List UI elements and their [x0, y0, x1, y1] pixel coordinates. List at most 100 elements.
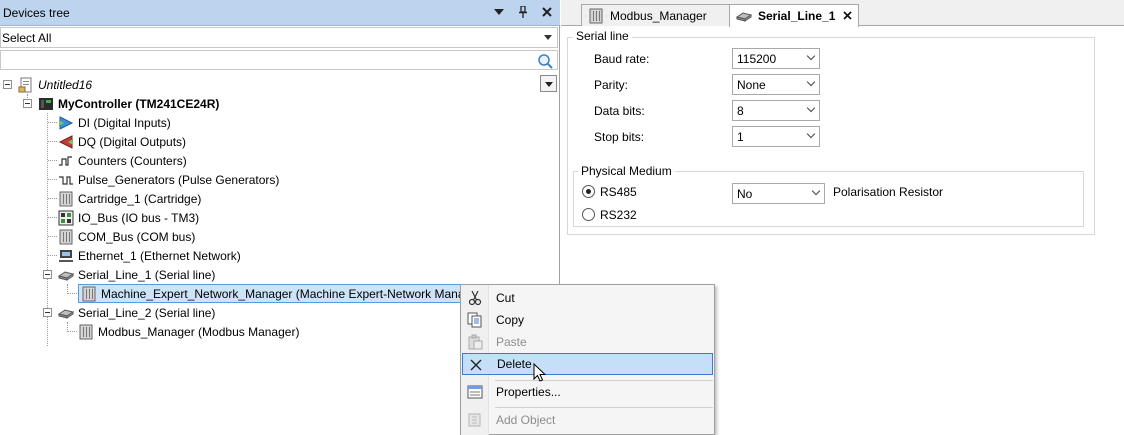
tree-node-serial-line-2[interactable]: Serial_Line_2 (Serial line)	[58, 303, 215, 322]
tree-node-com-bus[interactable]: COM_Bus (COM bus)	[58, 227, 195, 246]
polarisation-label: Polarisation Resistor	[833, 185, 944, 199]
tree-node-project[interactable]: Untitled16	[18, 75, 92, 94]
tab-modbus-manager[interactable]: Modbus_Manager	[581, 4, 733, 26]
tree-node-counters[interactable]: Counters (Counters)	[58, 151, 187, 170]
chevron-down-icon	[806, 103, 816, 113]
panel-menu-icon[interactable]	[492, 5, 506, 19]
tree-search-input[interactable]	[0, 50, 558, 70]
tree-node-digital-outputs[interactable]: DQ (Digital Outputs)	[58, 132, 186, 151]
chevron-down-icon	[806, 51, 816, 61]
menu-item-add-object[interactable]: Add Object	[462, 409, 713, 431]
node-label: IO_Bus (IO bus - TM3)	[78, 210, 200, 225]
tree-expander[interactable]	[43, 270, 52, 279]
node-label: DI (Digital Inputs)	[78, 115, 171, 130]
node-label: MyController (TM241CE24R)	[58, 96, 220, 111]
tree-node-pulse-generators[interactable]: Pulse_Generators (Pulse Generators)	[58, 170, 279, 189]
physical-medium-group-title: Physical Medium	[578, 164, 675, 178]
data-bits-label: Data bits:	[594, 104, 645, 118]
menu-item-label: Cut	[496, 291, 515, 305]
data-bits-value: 8	[737, 103, 744, 118]
stop-bits-label: Stop bits:	[594, 130, 645, 144]
scissors-icon	[468, 290, 482, 306]
serial-line-icon	[736, 12, 752, 22]
rs485-label: RS485	[600, 185, 637, 199]
node-label: Modbus_Manager (Modbus Manager)	[98, 324, 300, 339]
rs232-label: RS232	[600, 208, 637, 222]
tab-serial-line-1[interactable]: Serial_Line_1	[729, 4, 859, 27]
search-icon[interactable]	[537, 53, 553, 69]
pin-icon[interactable]	[516, 5, 530, 19]
menu-item-label: Copy	[496, 313, 525, 327]
tree-node-digital-inputs[interactable]: DI (Digital Inputs)	[58, 113, 171, 132]
tree-filter-select[interactable]: Select All	[0, 27, 558, 48]
menu-item-paste[interactable]: Paste	[462, 331, 713, 353]
delete-icon	[470, 359, 482, 371]
stop-bits-select[interactable]: 1	[732, 126, 820, 147]
mouse-cursor-icon	[533, 363, 547, 382]
menu-item-copy[interactable]: Copy	[462, 309, 713, 331]
tree-filter-value: Select All	[2, 30, 52, 45]
polarisation-select[interactable]: No	[732, 183, 825, 204]
parity-select[interactable]: None	[732, 74, 820, 95]
modbus-manager-icon	[589, 8, 603, 23]
tab-label: Modbus_Manager	[610, 8, 707, 23]
data-bits-select[interactable]: 8	[732, 100, 820, 121]
controller-icon	[39, 97, 53, 110]
node-label: Machine_Expert_Network_Manager (Machine …	[101, 286, 486, 301]
tree-node-controller[interactable]: MyController (TM241CE24R)	[38, 94, 219, 113]
node-label: DQ (Digital Outputs)	[78, 134, 187, 149]
node-label: Pulse_Generators (Pulse Generators)	[78, 172, 280, 187]
baud-rate-value: 115200	[737, 51, 777, 66]
polarisation-value: No	[737, 186, 753, 201]
tree-node-network-manager[interactable]: Machine_Expert_Network_Manager (Machine …	[78, 284, 490, 303]
chevron-down-icon	[544, 35, 552, 40]
tree-options-dropdown[interactable]	[540, 75, 557, 92]
tree-expander[interactable]	[43, 308, 52, 317]
serial-line-icon	[58, 270, 74, 281]
tree-expander[interactable]	[3, 80, 12, 89]
node-label: Serial_Line_1 (Serial line)	[78, 267, 216, 282]
menu-item-properties[interactable]: Properties...	[462, 381, 713, 403]
physical-medium-group	[573, 171, 1084, 227]
copy-icon	[467, 312, 482, 328]
close-panel-icon[interactable]	[540, 5, 554, 19]
paste-icon	[468, 334, 483, 350]
project-icon	[18, 77, 32, 92]
ethernet-icon	[59, 249, 73, 262]
tree-expander[interactable]	[23, 99, 32, 108]
rs232-radio[interactable]	[582, 208, 595, 221]
add-object-icon	[468, 413, 481, 427]
node-label: Ethernet_1 (Ethernet Network)	[78, 248, 241, 263]
tree-node-cartridge[interactable]: Cartridge_1 (Cartridge)	[58, 189, 201, 208]
digital-inputs-icon	[59, 115, 74, 130]
chevron-down-icon	[806, 129, 816, 139]
close-tab-icon[interactable]	[843, 9, 853, 23]
digital-outputs-icon	[58, 134, 73, 149]
com-bus-icon	[59, 229, 73, 244]
menu-item-cut[interactable]: Cut	[462, 287, 713, 309]
tab-label: Serial_Line_1	[758, 9, 836, 23]
tree-node-serial-line-1[interactable]: Serial_Line_1 (Serial line)	[58, 265, 215, 284]
menu-item-label: Delete	[497, 357, 532, 371]
menu-item-delete[interactable]: Delete	[462, 353, 713, 375]
menu-separator	[495, 407, 713, 408]
baud-rate-select[interactable]: 115200	[732, 48, 820, 69]
counters-icon	[59, 155, 72, 166]
network-manager-icon	[82, 286, 96, 301]
node-label: Serial_Line_2 (Serial line)	[78, 305, 216, 320]
baud-rate-label: Baud rate:	[594, 52, 650, 66]
context-menu: Cut Copy Paste Delete Properties... Add …	[460, 284, 715, 435]
node-label: Untitled16	[38, 77, 93, 92]
node-label: Counters (Counters)	[78, 153, 187, 168]
parity-label: Parity:	[594, 78, 629, 92]
menu-item-label: Properties...	[496, 385, 561, 399]
devices-tree-header: Devices tree	[0, 0, 560, 26]
pulse-generator-icon	[59, 175, 73, 185]
properties-icon	[467, 385, 483, 399]
tree-node-ethernet[interactable]: Ethernet_1 (Ethernet Network)	[58, 246, 241, 265]
rs485-radio[interactable]	[582, 185, 595, 198]
tree-node-modbus-manager[interactable]: Modbus_Manager (Modbus Manager)	[78, 322, 299, 341]
menu-item-label: Add Object	[496, 413, 556, 427]
panel-title: Devices tree	[3, 5, 70, 20]
tree-node-io-bus[interactable]: IO_Bus (IO bus - TM3)	[58, 208, 199, 227]
